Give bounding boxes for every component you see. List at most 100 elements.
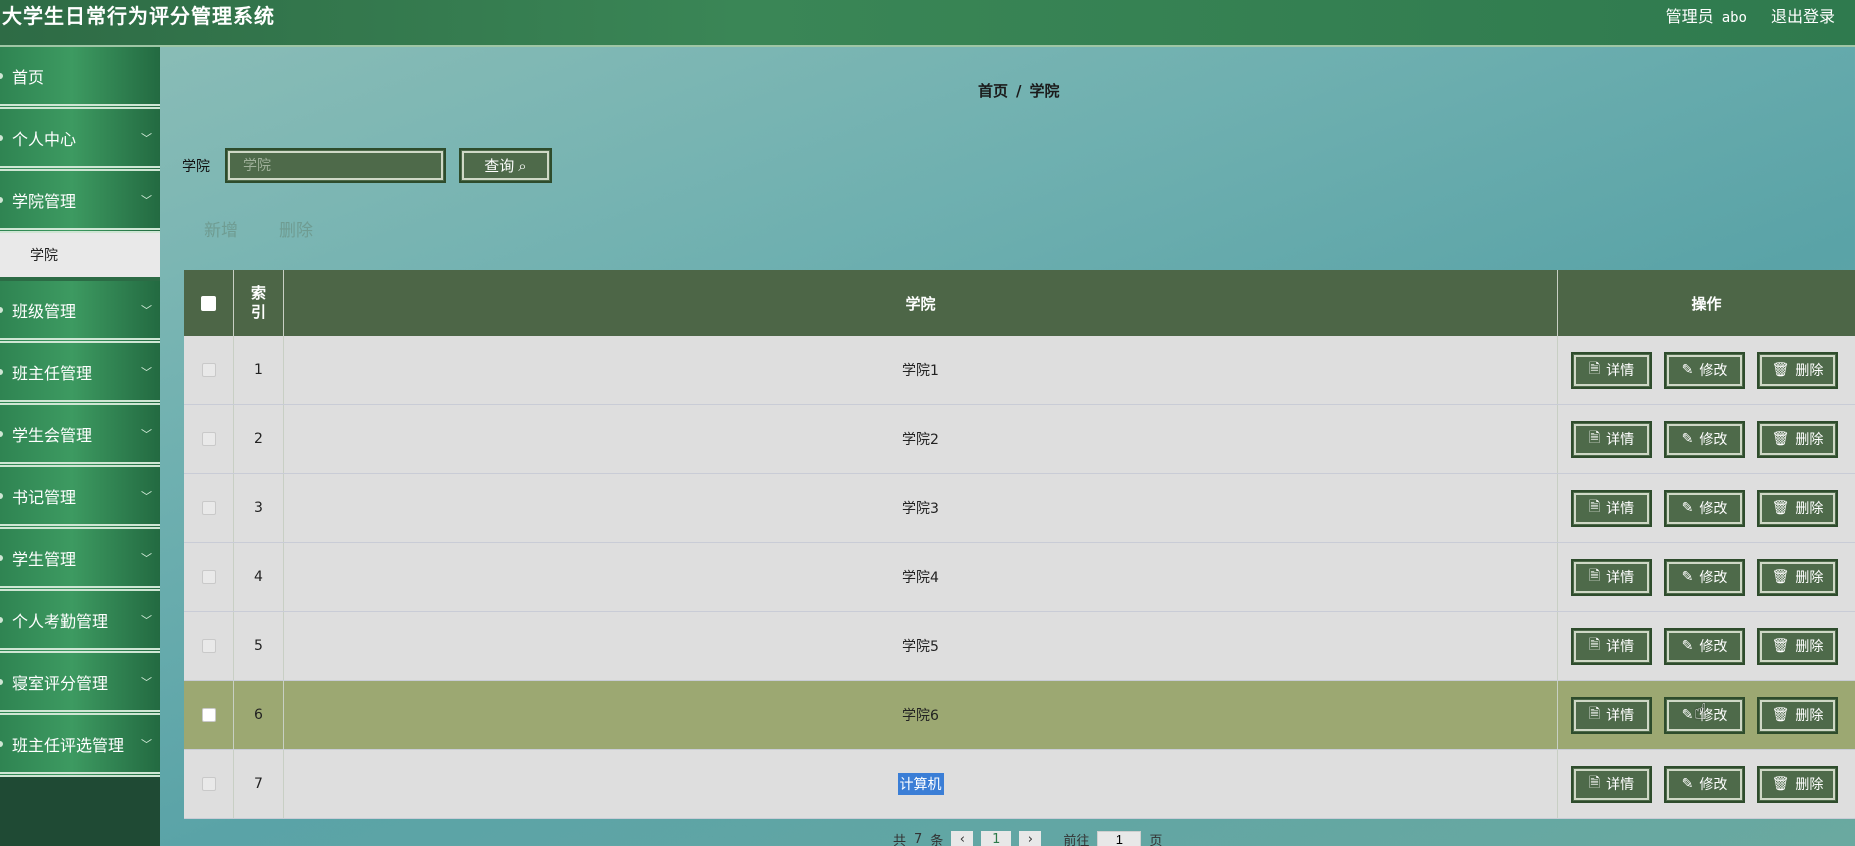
search-input[interactable] xyxy=(225,148,446,183)
row-name: 学院4 xyxy=(284,543,1558,611)
detail-button[interactable]: 🗎 详情 xyxy=(1571,627,1652,665)
table-row: 7 计算机 🗎 详情 ✎ 修改 🗑 删除 xyxy=(184,750,1855,819)
pencil-icon: ✎ xyxy=(1681,500,1694,516)
row-checkbox[interactable] xyxy=(201,708,216,722)
delete-button[interactable]: 🗑 删除 xyxy=(1757,558,1838,596)
sidebar-item-student-union[interactable]: 学生会管理 ﹀ xyxy=(0,405,160,467)
row-checkbox-cell xyxy=(184,543,234,611)
header-index: 索引 xyxy=(234,270,284,336)
delete-button[interactable]: 🗑 删除 xyxy=(1757,489,1838,527)
sidebar-item-class[interactable]: 班级管理 ﹀ xyxy=(0,281,160,343)
prev-page-icon[interactable]: ‹ xyxy=(951,830,974,846)
edit-button[interactable]: ✎ 修改 xyxy=(1664,765,1745,803)
row-checkbox[interactable] xyxy=(201,570,216,584)
pager-goto-suffix: 页 xyxy=(1149,834,1163,846)
detail-button[interactable]: 🗎 详情 xyxy=(1571,696,1652,734)
detail-button[interactable]: 🗎 详情 xyxy=(1571,351,1652,389)
detail-label: 详情 xyxy=(1606,639,1635,655)
row-name: 学院6 xyxy=(284,681,1558,749)
detail-label: 详情 xyxy=(1606,501,1635,517)
pager-goto-prefix: 前往 xyxy=(1063,834,1090,846)
edit-button[interactable]: ✎ 修改 xyxy=(1664,558,1745,596)
header-checkbox-cell xyxy=(184,270,234,336)
breadcrumb-separator: / xyxy=(1016,82,1022,100)
row-name: 学院1 xyxy=(284,336,1558,404)
sidebar-item-college[interactable]: 学院管理 ﹀ xyxy=(0,171,160,233)
sidebar-item-headteacher[interactable]: 班主任管理 ﹀ xyxy=(0,343,160,405)
delete-button[interactable]: 🗑 删除 xyxy=(1757,765,1838,803)
sidebar-item-attendance[interactable]: 个人考勤管理 ﹀ xyxy=(0,591,160,653)
edit-label: 修改 xyxy=(1699,432,1728,448)
pencil-icon: ✎ xyxy=(1681,431,1694,447)
add-button[interactable]: 新增 xyxy=(204,216,238,241)
chevron-down-icon: ﹀ xyxy=(141,427,152,441)
bullet-icon xyxy=(0,368,3,375)
table-header: 索引 学院 操作 xyxy=(184,270,1855,336)
header-ops: 操作 xyxy=(1691,294,1722,313)
row-checkbox-cell xyxy=(184,474,234,542)
search-button[interactable]: 查询 ⌕ xyxy=(459,148,552,183)
logout-link[interactable]: 退出登录 xyxy=(1771,3,1835,27)
goto-page-input[interactable] xyxy=(1097,830,1142,846)
sidebar-item-label: 班级管理 xyxy=(12,301,77,321)
edit-button[interactable]: ✎ 修改 xyxy=(1664,420,1745,458)
bullet-icon xyxy=(0,616,3,623)
sidebar-item-home[interactable]: 首页 xyxy=(0,47,160,109)
edit-button[interactable]: ✎ 修改 xyxy=(1664,627,1745,665)
row-checkbox[interactable] xyxy=(201,501,216,515)
edit-button[interactable]: ✎ 修改 xyxy=(1664,351,1745,389)
chevron-down-icon: ﹀ xyxy=(141,365,152,379)
mouse-cursor-icon: ☝ xyxy=(1694,700,1708,725)
document-icon: 🗎 xyxy=(1588,361,1601,377)
bullet-icon xyxy=(0,306,3,313)
sidebar-item-label: 学生会管理 xyxy=(12,425,93,445)
delete-button[interactable]: 🗑 删除 xyxy=(1757,696,1838,734)
detail-button[interactable]: 🗎 详情 xyxy=(1571,420,1652,458)
breadcrumb-home[interactable]: 首页 xyxy=(978,82,1008,100)
sidebar-item-label: 学生管理 xyxy=(12,549,77,569)
delete-button[interactable]: 🗑 删除 xyxy=(1757,627,1838,665)
row-index: 5 xyxy=(234,612,284,680)
row-checkbox[interactable] xyxy=(201,432,216,446)
delete-button[interactable]: 🗑 删除 xyxy=(1757,420,1838,458)
edit-button[interactable]: ✎ 修改 xyxy=(1664,489,1745,527)
bullet-icon xyxy=(0,196,3,203)
detail-button[interactable]: 🗎 详情 xyxy=(1571,765,1652,803)
next-page-icon[interactable]: › xyxy=(1019,830,1042,846)
chevron-down-icon: ﹀ xyxy=(141,131,152,145)
sidebar-item-label: 班主任评选管理 xyxy=(12,735,125,755)
row-checkbox[interactable] xyxy=(201,639,216,653)
edit-label: 修改 xyxy=(1699,501,1728,517)
row-checkbox-cell xyxy=(184,405,234,473)
row-ops: 🗎 详情 ✎ 修改 🗑 删除 xyxy=(1558,336,1855,404)
detail-button[interactable]: 🗎 详情 xyxy=(1571,489,1652,527)
document-icon: 🗎 xyxy=(1588,430,1601,446)
sidebar-item-label: 学院管理 xyxy=(12,191,77,211)
sidebar-item-label: 寝室评分管理 xyxy=(12,673,109,693)
select-all-checkbox[interactable] xyxy=(201,295,216,311)
delete-label: 删除 xyxy=(1795,570,1824,586)
sidebar-subitem-college[interactable]: 学院 xyxy=(0,233,160,281)
row-checkbox-cell xyxy=(184,612,234,680)
detail-label: 详情 xyxy=(1606,363,1635,379)
sidebar-item-dorm-score[interactable]: 寝室评分管理 ﹀ xyxy=(0,653,160,715)
row-checkbox[interactable] xyxy=(201,363,216,377)
detail-label: 详情 xyxy=(1606,570,1635,586)
row-name: 学院5 xyxy=(284,612,1558,680)
delete-button[interactable]: 🗑 删除 xyxy=(1757,351,1838,389)
chevron-down-icon: ﹀ xyxy=(141,303,152,317)
sidebar-item-profile[interactable]: 个人中心 ﹀ xyxy=(0,109,160,171)
row-checkbox-cell xyxy=(184,336,234,404)
sidebar-item-headteacher-vote[interactable]: 班主任评选管理 ﹀ xyxy=(0,715,160,777)
sidebar-item-student[interactable]: 学生管理 ﹀ xyxy=(0,529,160,591)
sidebar-item-label: 个人中心 xyxy=(12,129,77,149)
bulk-delete-button[interactable]: 删除 xyxy=(279,216,313,241)
current-page[interactable]: 1 xyxy=(981,830,1012,846)
bullet-icon xyxy=(0,492,3,499)
row-checkbox[interactable] xyxy=(201,777,216,791)
detail-button[interactable]: 🗎 详情 xyxy=(1571,558,1652,596)
detail-label: 详情 xyxy=(1606,708,1635,724)
row-ops: 🗎 详情 ✎ 修改 🗑 删除 xyxy=(1558,612,1855,680)
sidebar-item-secretary[interactable]: 书记管理 ﹀ xyxy=(0,467,160,529)
document-icon: 🗎 xyxy=(1588,706,1601,722)
